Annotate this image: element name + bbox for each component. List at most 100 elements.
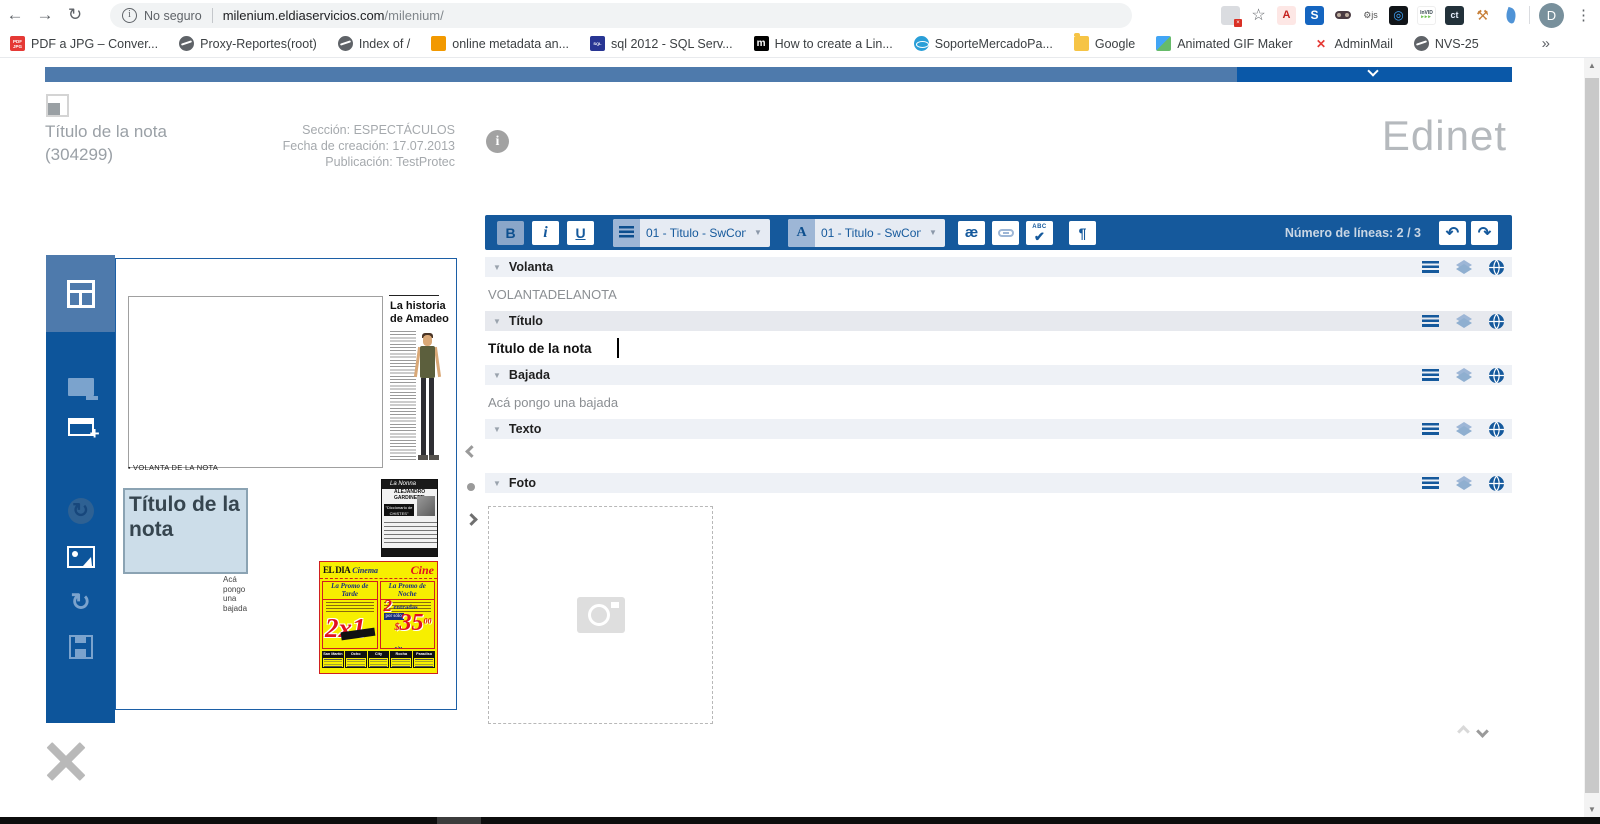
section-menu-icon[interactable] xyxy=(1422,369,1439,382)
bold-button[interactable]: B xyxy=(497,221,524,245)
page-scrollbar[interactable]: ▲ ▼ xyxy=(1584,58,1600,818)
site-info-icon[interactable]: i xyxy=(122,8,137,23)
bw-ad-book: "Diccionario de CHISTES" xyxy=(384,504,414,516)
character-style-dropdown[interactable]: A 01 - Titulo - SwCond... ▼ xyxy=(788,219,945,247)
pilcrow-button[interactable]: ¶ xyxy=(1069,221,1096,245)
field-texto[interactable] xyxy=(485,439,1512,473)
field-volanta[interactable]: VOLANTADELANOTA xyxy=(485,277,1512,311)
photo-dropzone[interactable] xyxy=(488,506,713,724)
browser-menu-icon[interactable]: ⋮ xyxy=(1573,6,1594,24)
note-meta: Sección: ESPECTÁCULOS Fecha de creación:… xyxy=(230,122,455,170)
ct-extension-icon[interactable]: ct xyxy=(1445,6,1464,25)
sidebar-item-add-page[interactable] xyxy=(46,396,115,436)
section-header-bajada[interactable]: ▼ Bajada xyxy=(485,365,1512,385)
camera-icon xyxy=(577,597,625,633)
bookmark-nvs-25[interactable]: NVS-25 xyxy=(1414,36,1479,51)
redo-button[interactable]: ↷ xyxy=(1471,221,1498,245)
close-button[interactable] xyxy=(40,736,90,786)
bookmark-folder-google[interactable]: Google xyxy=(1074,36,1135,51)
bookmark-gif-maker[interactable]: Animated GIF Maker xyxy=(1156,36,1292,51)
field-bajada[interactable]: Acá pongo una bajada xyxy=(485,385,1512,419)
carousel-next-button[interactable] xyxy=(465,513,478,526)
expand-panel-button[interactable] xyxy=(1237,67,1512,82)
s-extension-icon[interactable]: S xyxy=(1305,6,1324,25)
paragraph-style-value: 01 - Titulo - SwCond... xyxy=(640,226,746,240)
bookmark-soporte-mercadopago[interactable]: SoporteMercadoPa... xyxy=(914,36,1053,51)
url-bar[interactable]: i No seguro milenium.eldiaservicios.com … xyxy=(110,3,1132,28)
sidebar-item-layout[interactable] xyxy=(46,255,115,332)
scrollbar-thumb[interactable] xyxy=(1585,78,1599,793)
forward-button[interactable]: → xyxy=(30,5,60,25)
bookmark-pdf-a-jpg[interactable]: PDFJPGPDF a JPG – Conver... xyxy=(10,36,158,51)
section-header-foto[interactable]: ▼ Foto xyxy=(485,473,1512,493)
spellcheck-button[interactable]: ABC ✔ xyxy=(1026,221,1053,245)
note-section: Sección: ESPECTÁCULOS xyxy=(230,122,455,138)
section-header-texto[interactable]: ▼ Texto xyxy=(485,419,1512,439)
tags-icon[interactable] xyxy=(1456,260,1472,274)
section-menu-icon[interactable] xyxy=(1422,315,1439,328)
section-header-titulo[interactable]: ▼ Título xyxy=(485,311,1512,331)
globe-icon[interactable] xyxy=(1489,314,1504,329)
carousel-prev-button[interactable] xyxy=(465,445,478,458)
bookmark-sql-2012[interactable]: SQLsql 2012 - SQL Serv... xyxy=(590,36,733,51)
tags-icon[interactable] xyxy=(1456,422,1472,436)
tags-icon[interactable] xyxy=(1456,476,1472,490)
carousel-dot[interactable] xyxy=(467,483,475,491)
url-path: /milenium/ xyxy=(385,8,444,23)
globe-icon[interactable] xyxy=(1489,368,1504,383)
bw-theater-ad: La Nonna ALEJANDRO GARDINETTI "Diccionar… xyxy=(381,479,438,557)
section-menu-icon[interactable] xyxy=(1422,423,1439,436)
underline-button[interactable]: U xyxy=(567,221,594,245)
tool-extension-icon[interactable]: ⚒ xyxy=(1473,6,1492,25)
info-icon[interactable]: i xyxy=(486,130,509,153)
js-extension-icon[interactable]: ⚙js xyxy=(1361,6,1380,25)
section-menu-icon[interactable] xyxy=(1422,261,1439,274)
link-button[interactable] xyxy=(992,221,1019,245)
newspaper-preview[interactable]: La historia de Amadeo VOLANTA DE LA NOTA… xyxy=(115,258,457,710)
globe-icon[interactable] xyxy=(1489,260,1504,275)
scroll-up-button[interactable] xyxy=(1457,725,1470,738)
promo-tarde-title: La Promo de Tarde xyxy=(323,582,377,600)
undo-button[interactable]: ↶ xyxy=(1439,221,1466,245)
adminmail-favicon: ✕ xyxy=(1314,36,1329,51)
scrollbar-down-arrow[interactable]: ▼ xyxy=(1584,802,1600,818)
sidebar-item-web-sync[interactable]: ↻ xyxy=(46,436,115,524)
reload-button[interactable]: ↻ xyxy=(60,5,90,25)
scroll-down-button[interactable] xyxy=(1476,725,1489,738)
tags-icon[interactable] xyxy=(1456,314,1472,328)
incognito-mask-extension-icon[interactable] xyxy=(1333,6,1352,25)
invid-extension-icon[interactable]: InVID▸▸▸ xyxy=(1417,6,1436,25)
target-extension-icon[interactable]: ◎ xyxy=(1389,6,1408,25)
paragraph-style-dropdown[interactable]: 01 - Titulo - SwCond... ▼ xyxy=(613,219,770,247)
scrollbar-up-arrow[interactable]: ▲ xyxy=(1584,58,1600,74)
bookmark-proxy-reportes[interactable]: Proxy-Reportes(root) xyxy=(179,36,317,51)
image-icon xyxy=(67,546,95,568)
section-menu-icon[interactable] xyxy=(1422,477,1439,490)
adobe-acrobat-extension-icon[interactable]: A xyxy=(1277,6,1296,25)
bookmarks-overflow-chevron[interactable]: » xyxy=(1542,35,1590,52)
bookmark-online-metadata[interactable]: online metadata an... xyxy=(431,36,569,51)
bookmark-index-of[interactable]: Index of / xyxy=(338,36,410,51)
sidebar-item-refresh[interactable]: ↻ xyxy=(46,568,115,617)
profile-avatar[interactable]: D xyxy=(1539,3,1564,28)
field-titulo[interactable]: Título de la nota xyxy=(485,331,1512,365)
feather-extension-icon[interactable] xyxy=(1501,6,1520,25)
page-icon xyxy=(68,378,94,396)
save-floppy-icon xyxy=(69,635,93,659)
sidebar-item-images[interactable] xyxy=(46,524,115,568)
promo-brand-eldia: EL DIA xyxy=(323,565,350,575)
bookmark-medium-howto[interactable]: mHow to create a Lin... xyxy=(754,36,893,51)
globe-icon[interactable] xyxy=(1489,476,1504,491)
sidebar-item-page[interactable] xyxy=(46,332,115,396)
tags-icon[interactable] xyxy=(1456,368,1472,382)
bookmark-star-icon[interactable]: ☆ xyxy=(1249,6,1268,25)
globe-icon[interactable] xyxy=(1489,422,1504,437)
sidebar-item-save[interactable] xyxy=(46,617,115,659)
back-button[interactable]: ← xyxy=(0,5,30,25)
bookmark-adminmail[interactable]: ✕AdminMail xyxy=(1314,36,1393,51)
special-character-button[interactable]: æ xyxy=(958,221,985,245)
preview-headline-box[interactable]: Título de la nota xyxy=(123,488,248,574)
extensions-puzzle-icon[interactable]: × xyxy=(1221,6,1240,25)
section-header-volanta[interactable]: ▼ Volanta xyxy=(485,257,1512,277)
italic-button[interactable]: i xyxy=(532,221,559,245)
